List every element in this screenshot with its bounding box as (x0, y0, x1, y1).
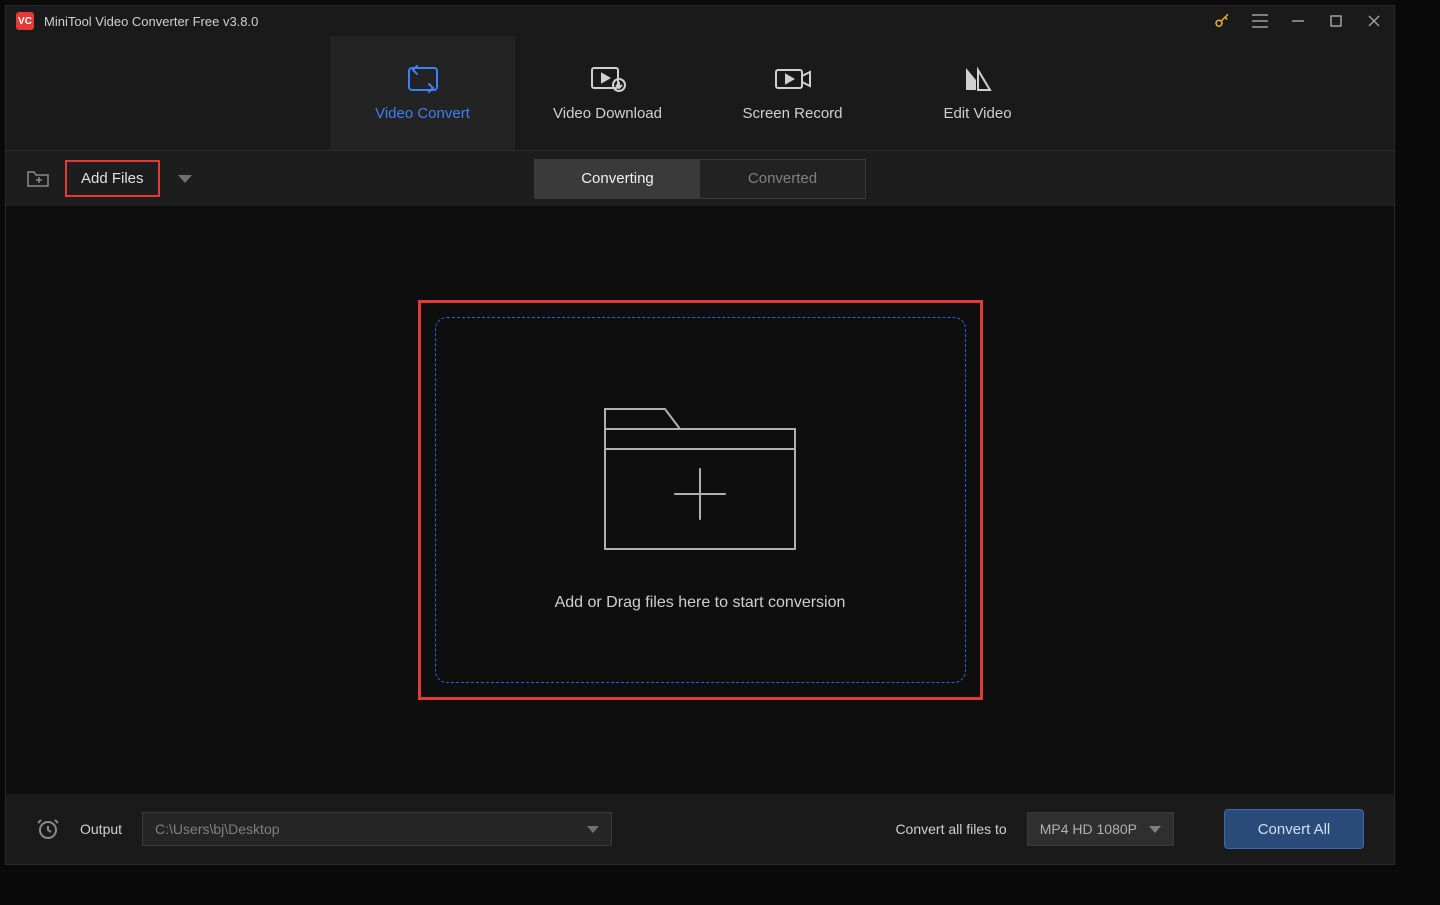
output-path-text: C:\Users\bj\Desktop (155, 821, 279, 837)
tab-label: Screen Record (742, 105, 842, 122)
edit-icon (962, 65, 994, 93)
key-icon[interactable] (1212, 11, 1232, 31)
tab-label: Video Convert (375, 105, 470, 122)
chevron-down-icon (1149, 826, 1161, 833)
content-area: Add or Drag files here to start conversi… (6, 206, 1394, 794)
tab-label: Video Download (553, 105, 662, 122)
clock-icon[interactable] (36, 817, 60, 841)
tab-label: Edit Video (943, 105, 1011, 122)
output-path-selector[interactable]: C:\Users\bj\Desktop (142, 812, 612, 846)
add-folder-icon[interactable] (26, 167, 50, 191)
tab-video-convert[interactable]: Video Convert (330, 36, 515, 150)
convert-all-button[interactable]: Convert All (1224, 809, 1364, 849)
minimize-button[interactable] (1288, 11, 1308, 31)
tab-edit-video[interactable]: Edit Video (885, 36, 1070, 150)
record-icon (773, 65, 813, 93)
tab-video-download[interactable]: Video Download (515, 36, 700, 150)
dropzone[interactable]: Add or Drag files here to start conversi… (435, 317, 966, 683)
bottom-bar: Output C:\Users\bj\Desktop Convert all f… (6, 794, 1394, 864)
titlebar: VC MiniTool Video Converter Free v3.8.0 (6, 6, 1394, 36)
app-title: MiniTool Video Converter Free v3.8.0 (44, 14, 1212, 29)
toolbar: Add Files Converting Converted (6, 151, 1394, 206)
folder-plus-icon (595, 389, 805, 559)
output-label: Output (80, 821, 122, 837)
tab-screen-record[interactable]: Screen Record (700, 36, 885, 150)
main-tabs: Video Convert Video Download (6, 36, 1394, 151)
add-files-button[interactable]: Add Files (65, 160, 160, 197)
app-window: VC MiniTool Video Converter Free v3.8.0 (5, 5, 1395, 865)
sub-tab-converted[interactable]: Converted (700, 160, 865, 198)
app-logo-icon: VC (16, 12, 34, 30)
maximize-button[interactable] (1326, 11, 1346, 31)
convert-all-label: Convert all files to (895, 821, 1006, 837)
sub-tabs: Converting Converted (534, 159, 866, 199)
menu-icon[interactable] (1250, 11, 1270, 31)
close-button[interactable] (1364, 11, 1384, 31)
format-selected-text: MP4 HD 1080P (1040, 821, 1137, 837)
sub-tab-converting[interactable]: Converting (535, 160, 700, 198)
download-icon (589, 65, 627, 93)
titlebar-controls (1212, 11, 1384, 31)
dropzone-message: Add or Drag files here to start conversi… (555, 594, 846, 612)
dropzone-highlight: Add or Drag files here to start conversi… (418, 300, 983, 700)
format-selector[interactable]: MP4 HD 1080P (1027, 812, 1174, 846)
convert-icon (405, 65, 441, 93)
chevron-down-icon[interactable] (178, 175, 192, 183)
chevron-down-icon (587, 826, 599, 833)
